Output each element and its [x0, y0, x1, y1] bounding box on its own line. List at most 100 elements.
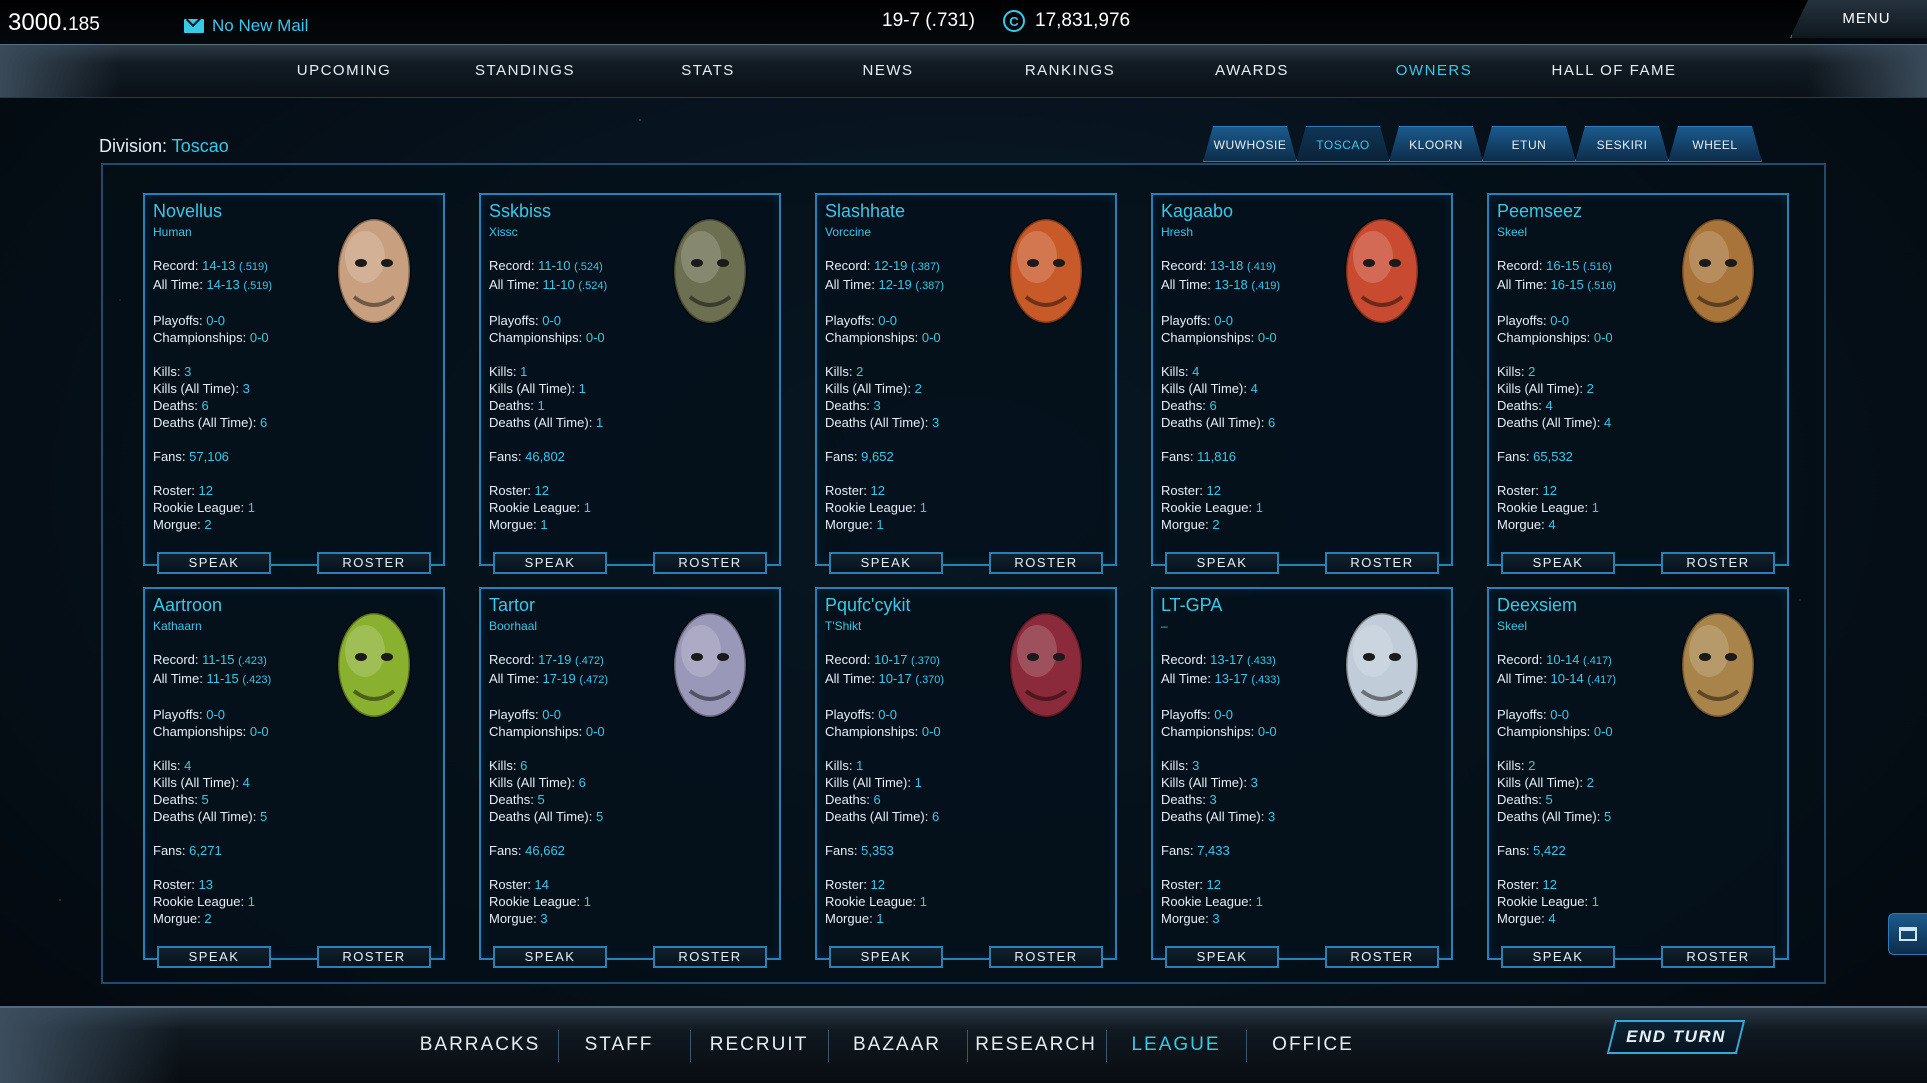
- stat-label: Kills (All Time):: [1161, 775, 1247, 790]
- speak-button[interactable]: SPEAK: [493, 946, 607, 968]
- menu-button[interactable]: MENU: [1790, 0, 1927, 38]
- speak-button[interactable]: SPEAK: [157, 552, 271, 574]
- stat-label: Kills (All Time):: [1161, 381, 1247, 396]
- owner-race: Kathaarn: [153, 619, 202, 633]
- stat-value: 4: [1250, 381, 1258, 396]
- nav-stats[interactable]: STATS: [681, 62, 735, 79]
- tab-toscao[interactable]: TOSCAO: [1296, 126, 1390, 162]
- bottom-nav-office[interactable]: OFFICE: [1272, 1034, 1354, 1056]
- division-tabs: WUWHOSIE TOSCAO KLOORN ETUN SESKIRI WHEEL: [1204, 126, 1762, 162]
- stat-label: Deaths:: [1497, 398, 1542, 413]
- stat-label: Record:: [153, 258, 199, 273]
- roster-button[interactable]: ROSTER: [989, 946, 1103, 968]
- owner-card: Sskbiss Xissc Record: 11-10 (.524) All Time…: [479, 193, 781, 574]
- speak-button[interactable]: SPEAK: [829, 552, 943, 574]
- roster-button[interactable]: ROSTER: [989, 552, 1103, 574]
- stat-row: Championships: 0-0: [489, 329, 607, 346]
- speak-button[interactable]: SPEAK: [829, 946, 943, 968]
- stat-row: Record: 14-13 (.519): [153, 257, 272, 276]
- speak-button[interactable]: SPEAK: [493, 552, 607, 574]
- stat-value: 1: [856, 758, 864, 773]
- stat-row: Playoffs: 0-0: [153, 312, 272, 329]
- stat-label: Roster:: [153, 483, 195, 498]
- stat-value: 0-0: [542, 707, 562, 722]
- stat-row: Record: 12-19 (.387): [825, 257, 944, 276]
- speak-button[interactable]: SPEAK: [157, 946, 271, 968]
- owner-stats: Record: 11-10 (.524) All Time: 11-10 (.52…: [489, 257, 607, 533]
- stat-label: Rookie League:: [153, 894, 245, 909]
- stat-row: Morgue: 1: [825, 516, 944, 533]
- tab-etun[interactable]: ETUN: [1482, 126, 1576, 162]
- nav-hall-of-fame[interactable]: HALL OF FAME: [1552, 62, 1677, 79]
- bottom-nav-research[interactable]: RESEARCH: [975, 1034, 1097, 1056]
- stat-label: Fans:: [825, 843, 858, 858]
- stat-row: Playoffs: 0-0: [1497, 312, 1616, 329]
- tab-seskiri[interactable]: SESKIRI: [1575, 126, 1669, 162]
- stat-label: Roster:: [153, 877, 195, 892]
- stat-value: 6: [520, 758, 528, 773]
- roster-button[interactable]: ROSTER: [653, 946, 767, 968]
- nav-upcoming[interactable]: UPCOMING: [297, 62, 392, 79]
- stat-row: Deaths (All Time): 1: [489, 414, 607, 431]
- stat-percent: (.433): [1247, 655, 1276, 667]
- tab-wheel[interactable]: WHEEL: [1668, 126, 1762, 162]
- stat-label: Kills (All Time):: [489, 775, 575, 790]
- stat-label: Playoffs:: [1161, 707, 1211, 722]
- stat-label: Record:: [489, 258, 535, 273]
- stat-value: 46,662: [525, 843, 565, 858]
- stat-row: Record: 11-15 (.423): [153, 651, 271, 670]
- stat-value: 1: [540, 517, 548, 532]
- stat-row: Championships: 0-0: [825, 723, 944, 740]
- division-value: Toscao: [171, 136, 229, 156]
- speak-button[interactable]: SPEAK: [1165, 552, 1279, 574]
- stat-value: 4: [1603, 415, 1612, 430]
- mail-indicator[interactable]: No New Mail: [184, 16, 308, 36]
- end-turn-button[interactable]: END TURN: [1606, 1020, 1746, 1054]
- stat-label: Kills:: [489, 758, 517, 773]
- stat-percent: (.387): [915, 280, 945, 292]
- stat-row: Rookie League: 1: [1161, 893, 1280, 910]
- tab-wuwhosie[interactable]: WUWHOSIE: [1203, 126, 1297, 162]
- stat-value: 2: [1528, 758, 1536, 773]
- stat-value: 1: [1591, 894, 1599, 909]
- stat-value: 0-0: [542, 313, 562, 328]
- owner-card: Slashhate Vorccine Record: 12-19 (.387) All…: [815, 193, 1117, 574]
- roster-button[interactable]: ROSTER: [1325, 552, 1439, 574]
- top-bar: 3000.185 No New Mail 19-7 (.731) C 17,83…: [0, 0, 1927, 44]
- roster-button[interactable]: ROSTER: [317, 552, 431, 574]
- speak-button[interactable]: SPEAK: [1501, 946, 1615, 968]
- stat-row: Kills (All Time): 1: [825, 774, 944, 791]
- stat-row: Deaths: 3: [1161, 791, 1280, 808]
- nav-news[interactable]: NEWS: [863, 62, 914, 79]
- bottom-nav-barracks[interactable]: BARRACKS: [420, 1034, 541, 1056]
- nav-owners[interactable]: OWNERS: [1396, 62, 1473, 79]
- bottom-nav-recruit[interactable]: RECRUIT: [710, 1034, 808, 1056]
- side-button[interactable]: [1888, 913, 1927, 955]
- stat-row: Deaths: 6: [153, 397, 272, 414]
- nav-standings[interactable]: STANDINGS: [475, 62, 575, 79]
- tab-kloorn[interactable]: KLOORN: [1389, 126, 1483, 162]
- roster-button[interactable]: ROSTER: [1325, 946, 1439, 968]
- stat-value: 3: [540, 911, 548, 926]
- stat-row: Record: 10-14 (.417): [1497, 651, 1616, 670]
- bottom-nav-bazaar[interactable]: BAZAAR: [853, 1034, 941, 1056]
- stat-percent: (.417): [1587, 674, 1617, 686]
- bottom-nav-league[interactable]: LEAGUE: [1131, 1034, 1220, 1056]
- stat-label: Deaths (All Time):: [825, 809, 929, 824]
- stat-value: 0-0: [206, 707, 226, 722]
- stat-row: Kills (All Time): 3: [1161, 774, 1280, 791]
- nav-awards[interactable]: AWARDS: [1215, 62, 1289, 79]
- speak-button[interactable]: SPEAK: [1165, 946, 1279, 968]
- roster-button[interactable]: ROSTER: [1661, 946, 1775, 968]
- stat-row: Morgue: 2: [153, 910, 271, 927]
- nav-rankings[interactable]: RANKINGS: [1025, 62, 1115, 79]
- roster-button[interactable]: ROSTER: [653, 552, 767, 574]
- roster-button[interactable]: ROSTER: [1661, 552, 1775, 574]
- speak-button[interactable]: SPEAK: [1501, 552, 1615, 574]
- stat-label: Championships:: [489, 330, 583, 345]
- stat-percent: (.423): [242, 674, 272, 686]
- bottom-nav-staff[interactable]: STAFF: [585, 1034, 654, 1056]
- roster-button[interactable]: ROSTER: [317, 946, 431, 968]
